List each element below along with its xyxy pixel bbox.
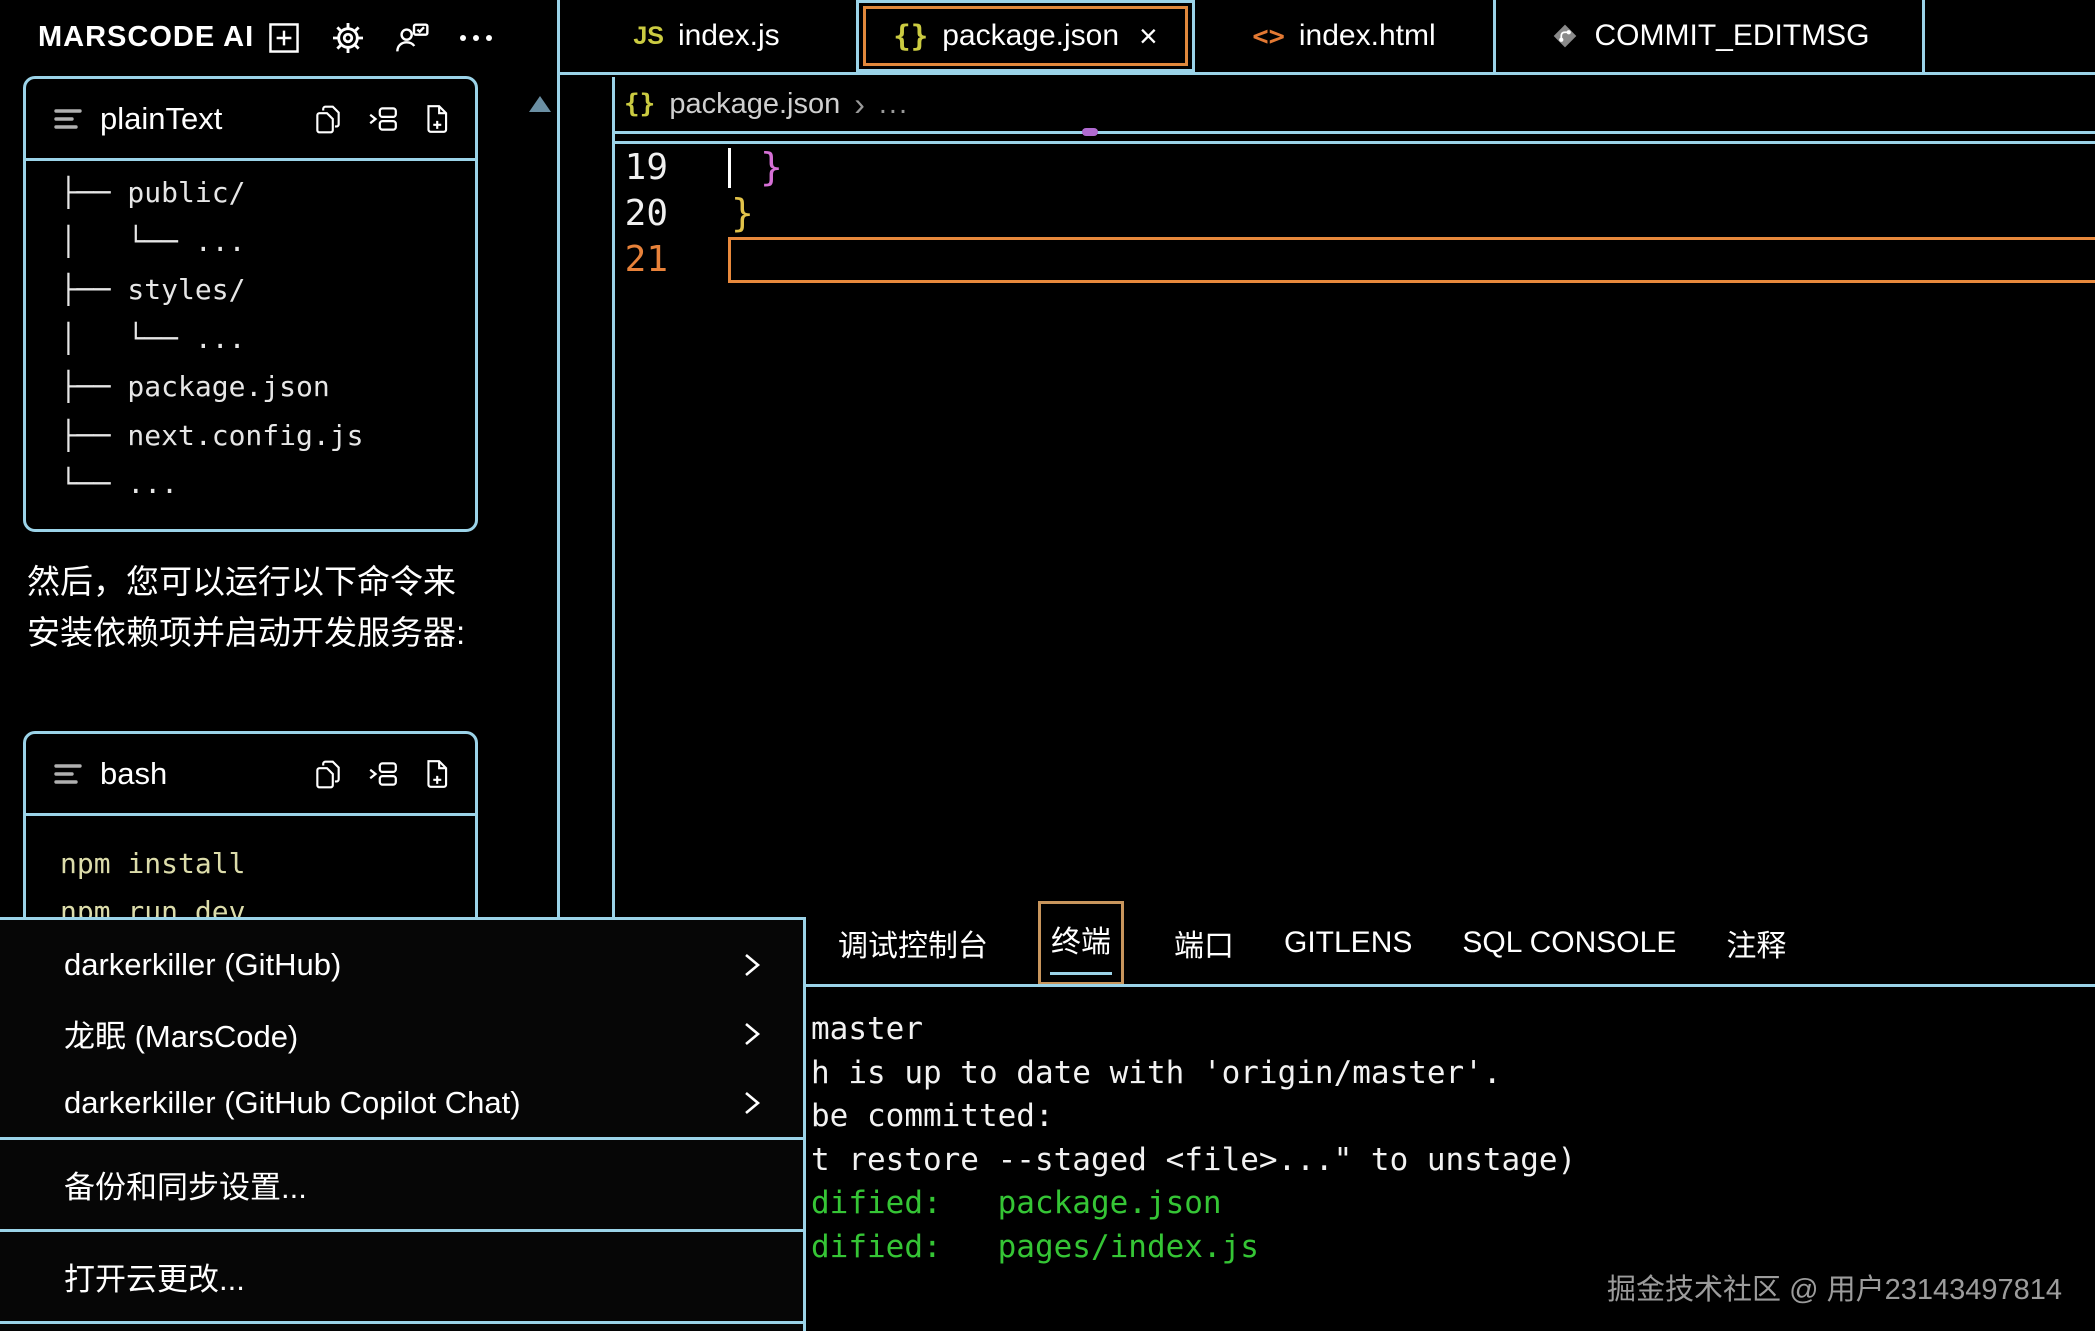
- chevron-right-icon: [743, 1018, 761, 1050]
- tab-label: package.json: [942, 19, 1119, 53]
- top-bar-actions: [266, 0, 494, 75]
- more-options-icon[interactable]: [458, 20, 494, 56]
- text-cursor: [728, 148, 731, 188]
- new-file-icon[interactable]: [423, 103, 451, 135]
- sidebar-editor-divider: [557, 0, 560, 940]
- code-block-header: bash: [26, 734, 475, 816]
- bottom-panel-tab-bar: 调试控制台 终端 端口 GITLENS SQL CONSOLE 注释: [806, 900, 2095, 985]
- bash-command: npm install: [60, 840, 467, 888]
- new-file-icon[interactable]: [423, 758, 451, 790]
- tab-terminal[interactable]: 终端: [1038, 901, 1124, 985]
- tab-index-html[interactable]: <> index.html: [1195, 0, 1496, 72]
- menu-item-backup-sync-settings[interactable]: 备份和同步设置...: [0, 1140, 803, 1229]
- tab-debug-console[interactable]: 调试控制台: [838, 921, 988, 965]
- tree-line: ├── public/: [60, 169, 467, 218]
- git-file-icon: [1549, 20, 1581, 52]
- tab-index-js[interactable]: JS index.js: [557, 0, 856, 72]
- breadcrumb-more[interactable]: ...: [879, 88, 909, 121]
- app-window: MARSCODE AI JS index.js {} package.json …: [0, 0, 2095, 1331]
- accounts-context-menu: darkerkiller (GitHub) 龙眠 (MarsCode) dark…: [0, 917, 806, 1331]
- terminal-line-modified: dified: pages/index.js: [811, 1226, 2095, 1270]
- line-number: 19: [612, 145, 668, 191]
- app-title: MARSCODE AI: [38, 0, 254, 75]
- insert-code-icon[interactable]: [367, 760, 399, 788]
- chevron-right-icon: ›: [854, 86, 865, 123]
- line-number: 21: [612, 237, 668, 283]
- menu-separator: [0, 1321, 803, 1324]
- copy-icon[interactable]: [313, 758, 343, 790]
- tab-label: COMMIT_EDITMSG: [1595, 19, 1870, 53]
- scroll-up-arrow[interactable]: [529, 96, 551, 112]
- current-line-highlight: [728, 237, 2095, 283]
- line-number: 20: [612, 191, 668, 237]
- plaintext-code-block: plainText ├── public/ │ └── ... ├── styl…: [23, 76, 478, 532]
- editor-tab-bar: JS index.js {} package.json × <> index.h…: [557, 0, 2095, 75]
- hamburger-icon: [54, 762, 82, 786]
- html-file-icon: <>: [1252, 21, 1285, 52]
- code-block-language: plainText: [100, 101, 222, 137]
- tab-label: index.js: [678, 19, 780, 53]
- menu-item-label: darkerkiller (GitHub): [64, 947, 341, 983]
- settings-gear-icon[interactable]: [330, 20, 366, 56]
- close-tab-icon[interactable]: ×: [1139, 18, 1158, 55]
- assistant-message-text: 然后，您可以运行以下命令来安装依赖项并启动开发服务器:: [27, 556, 472, 658]
- menu-item-marscode-account[interactable]: 龙眠 (MarsCode): [0, 999, 803, 1068]
- menu-item-open-cloud-changes[interactable]: 打开云更改...: [0, 1232, 803, 1321]
- code-line-19[interactable]: 19 }: [612, 145, 2095, 191]
- tab-comments[interactable]: 注释: [1726, 921, 1786, 965]
- tab-commit-editmsg[interactable]: COMMIT_EDITMSG: [1496, 0, 1925, 72]
- tab-ports[interactable]: 端口: [1174, 921, 1234, 965]
- hamburger-icon: [54, 107, 82, 131]
- breadcrumb-file[interactable]: package.json: [669, 88, 840, 121]
- copy-icon[interactable]: [313, 103, 343, 135]
- terminal-line: h is up to date with 'origin/master'.: [811, 1052, 2095, 1096]
- terminal-line: be committed:: [811, 1095, 2095, 1139]
- menu-item-copilot-account[interactable]: darkerkiller (GitHub Copilot Chat): [0, 1068, 803, 1137]
- code-line-20[interactable]: 20 }: [612, 191, 2095, 237]
- terminal-line: master: [811, 1008, 2095, 1052]
- tab-gitlens[interactable]: GITLENS: [1284, 926, 1412, 960]
- code-block-header: plainText: [26, 79, 475, 161]
- insert-code-icon[interactable]: [367, 105, 399, 133]
- menu-item-github-account[interactable]: darkerkiller (GitHub): [0, 930, 803, 999]
- code-block-language: bash: [100, 756, 167, 792]
- terminal-line-modified: dified: package.json: [811, 1182, 2095, 1226]
- person-feedback-icon[interactable]: [394, 20, 430, 56]
- panel-content-divider: [806, 984, 2095, 987]
- file-tree: ├── public/ │ └── ... ├── styles/ │ └── …: [26, 161, 475, 517]
- json-file-icon: {}: [624, 89, 655, 119]
- bash-code-block: bash npm install npm run dev: [23, 731, 478, 943]
- tree-line: └── ...: [60, 460, 467, 509]
- breadcrumb-divider: [612, 131, 2095, 134]
- tab-sql-console[interactable]: SQL CONSOLE: [1462, 926, 1676, 960]
- menu-item-label: 打开云更改...: [64, 1254, 245, 1299]
- chevron-right-icon: [743, 949, 761, 981]
- tree-line: │ └── ...: [60, 315, 467, 364]
- tab-package-json[interactable]: {} package.json ×: [856, 0, 1195, 72]
- tab-label: index.html: [1299, 19, 1436, 53]
- breadcrumb[interactable]: {} package.json › ...: [612, 77, 2095, 131]
- json-file-icon: {}: [893, 19, 928, 53]
- code-editor[interactable]: 19 } 20 } 21: [612, 143, 2095, 900]
- js-file-icon: JS: [633, 22, 664, 51]
- watermark: 掘金技术社区 @ 用户23143497814: [1607, 1266, 2062, 1308]
- terminal-line: t restore --staged <file>..." to unstage…: [811, 1139, 2095, 1183]
- code-token: }: [731, 191, 754, 237]
- code-token: }: [760, 145, 783, 191]
- tree-line: │ └── ...: [60, 218, 467, 267]
- menu-item-label: 备份和同步设置...: [64, 1162, 307, 1207]
- tree-line: ├── styles/: [60, 266, 467, 315]
- menu-item-label: 龙眠 (MarsCode): [64, 1011, 298, 1056]
- new-chat-icon[interactable]: [266, 20, 302, 56]
- chevron-right-icon: [743, 1087, 761, 1119]
- tree-line: ├── next.config.js: [60, 412, 467, 461]
- menu-item-label: darkerkiller (GitHub Copilot Chat): [64, 1085, 521, 1121]
- tree-line: ├── package.json: [60, 363, 467, 412]
